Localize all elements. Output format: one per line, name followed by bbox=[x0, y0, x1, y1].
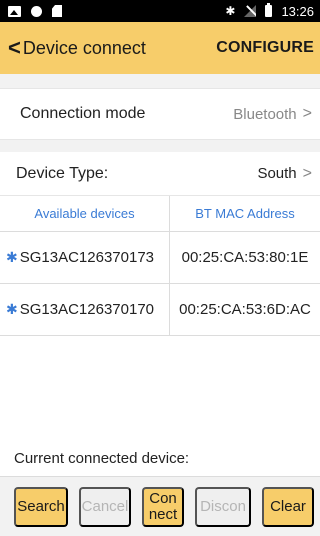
section-divider bbox=[0, 140, 320, 152]
disconnect-button[interactable]: Discon bbox=[195, 486, 251, 527]
connect-button[interactable]: Connect bbox=[142, 486, 184, 527]
connection-mode-label: Connection mode bbox=[20, 105, 146, 122]
chevron-right-icon: > bbox=[302, 105, 312, 122]
chevron-left-icon: < bbox=[8, 35, 21, 60]
connection-mode-value: Bluetooth > bbox=[233, 105, 312, 123]
connection-mode-row[interactable]: Connection mode Bluetooth > bbox=[0, 88, 320, 140]
bluetooth-icon: ✱ bbox=[225, 4, 236, 18]
search-button[interactable]: Search bbox=[14, 486, 68, 527]
battery-icon bbox=[265, 3, 273, 17]
button-bar: Search Cancel Connect Discon Clear bbox=[0, 477, 320, 536]
page-title: Device connect bbox=[22, 37, 146, 58]
sd-card-icon bbox=[52, 5, 62, 17]
app-bar: < Device connect CONFIGURE bbox=[0, 22, 320, 74]
device-type-label: Device Type: bbox=[16, 164, 109, 182]
bluetooth-icon: ✱ bbox=[6, 301, 18, 317]
table-row[interactable]: ✱ SG13AC126370173 00:25:CA:53:80:1E bbox=[0, 232, 320, 284]
device-name: SG13AC126370173 bbox=[19, 249, 155, 266]
column-header-available-devices: Available devices bbox=[0, 196, 170, 231]
device-name: SG13AC126370170 bbox=[19, 301, 155, 318]
image-icon bbox=[8, 5, 21, 17]
circle-icon bbox=[31, 5, 42, 17]
section-divider bbox=[0, 74, 320, 88]
connection-mode-value-text: Bluetooth bbox=[233, 105, 297, 123]
no-signal-icon bbox=[244, 5, 257, 17]
device-type-value: South > bbox=[257, 165, 312, 183]
device-type-value-text: South bbox=[257, 165, 297, 182]
table-row[interactable]: ✱ SG13AC126370170 00:25:CA:53:6D:AC bbox=[0, 284, 320, 336]
clear-button[interactable]: Clear bbox=[262, 486, 314, 527]
configure-button[interactable]: CONFIGURE bbox=[216, 39, 314, 57]
cancel-button[interactable]: Cancel bbox=[79, 486, 131, 527]
status-time: 13:26 bbox=[281, 3, 314, 19]
device-name-cell: ✱ SG13AC126370170 bbox=[0, 284, 170, 335]
devices-table-header: Available devices BT MAC Address bbox=[0, 196, 320, 232]
bluetooth-icon: ✱ bbox=[6, 249, 18, 265]
status-left bbox=[8, 5, 62, 17]
column-header-bt-mac: BT MAC Address bbox=[195, 206, 295, 221]
device-mac: 00:25:CA:53:6D:AC bbox=[179, 301, 311, 318]
device-mac: 00:25:CA:53:80:1E bbox=[181, 249, 309, 266]
current-connected-device-label: Current connected device: bbox=[14, 450, 190, 467]
device-name-cell: ✱ SG13AC126370173 bbox=[0, 232, 170, 283]
back-button[interactable]: < Device connect bbox=[8, 37, 146, 59]
status-bar: ✱ 13:26 bbox=[0, 0, 320, 22]
device-type-row[interactable]: Device Type: South > bbox=[0, 152, 320, 196]
status-right: ✱ 13:26 bbox=[225, 3, 314, 19]
chevron-right-icon: > bbox=[302, 164, 312, 182]
